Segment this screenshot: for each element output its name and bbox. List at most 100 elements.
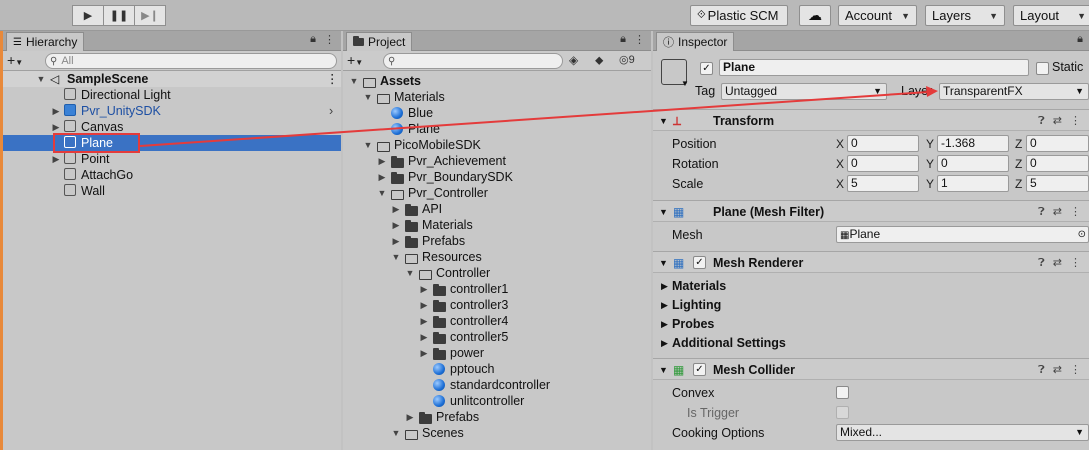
list-item[interactable]: Blue [343, 105, 651, 121]
list-item[interactable]: Plane [343, 121, 651, 137]
rotation-z-input[interactable]: 0 [1026, 155, 1089, 172]
expand-arrow-icon[interactable]: ▼ [349, 73, 359, 89]
expand-arrow-icon[interactable]: ▶ [419, 281, 429, 297]
active-checkbox[interactable]: ✓ [700, 62, 713, 75]
list-item[interactable]: ▶ controller5 [343, 329, 651, 345]
kebab-menu-icon[interactable]: ⋮ [1070, 252, 1081, 274]
list-item[interactable]: Wall [3, 183, 341, 199]
layer-dropdown[interactable]: TransparentFX ▼ [939, 83, 1089, 100]
list-item[interactable]: ▶ Prefabs [343, 409, 651, 425]
list-item[interactable]: unlitcontroller [343, 393, 651, 409]
renderer-subsection-probes[interactable]: ▶ Probes [653, 314, 1089, 334]
expand-arrow-icon[interactable]: ▶ [419, 297, 429, 313]
filter-by-type-icon[interactable]: ◈ [569, 53, 578, 67]
position-x-input[interactable]: 0 [847, 135, 919, 152]
expand-arrow-icon[interactable]: ▼ [36, 71, 46, 87]
expand-arrow-icon[interactable]: ▶ [661, 314, 668, 334]
hidden-packages-button[interactable]: ◎9 [619, 53, 635, 66]
list-item[interactable]: ▼ PicoMobileSDK [343, 137, 651, 153]
position-z-input[interactable]: 0 [1026, 135, 1089, 152]
preset-icon[interactable]: ⇄ [1053, 252, 1062, 274]
list-item[interactable]: pptouch [343, 361, 651, 377]
lock-icon[interactable]: 🔒︎ [310, 33, 316, 46]
kebab-menu-icon[interactable]: ⋮ [1070, 359, 1081, 381]
chevron-right-icon[interactable]: › [329, 103, 333, 119]
static-checkbox[interactable] [1036, 62, 1049, 75]
expand-arrow-icon[interactable]: ▶ [377, 169, 387, 185]
cooking-options-dropdown[interactable]: Mixed... ▼ [836, 424, 1089, 441]
expand-arrow-icon[interactable]: ▶ [661, 276, 668, 296]
tab-hierarchy[interactable]: ☰ Hierarchy [6, 32, 85, 51]
expand-arrow-icon[interactable]: ▼ [391, 425, 401, 441]
object-picker-icon[interactable]: ⊙ [1078, 227, 1086, 242]
collapse-arrow-icon[interactable]: ▼ [659, 252, 668, 274]
expand-arrow-icon[interactable]: ▶ [391, 217, 401, 233]
renderer-subsection-additional[interactable]: ▶ Additional Settings [653, 333, 1089, 353]
help-icon[interactable]: ❓︎ [1038, 359, 1045, 381]
expand-arrow-icon[interactable]: ▶ [419, 345, 429, 361]
hierarchy-search-input[interactable]: ⚲ All [45, 53, 337, 69]
layers-dropdown[interactable]: Layers ▼ [925, 5, 1005, 26]
rotation-x-input[interactable]: 0 [847, 155, 919, 172]
kebab-menu-icon[interactable]: ⋮ [324, 33, 335, 46]
list-item[interactable]: ▶ Pvr_Achievement [343, 153, 651, 169]
expand-arrow-icon[interactable]: ▶ [419, 313, 429, 329]
list-item[interactable]: Directional Light [3, 87, 341, 103]
expand-arrow-icon[interactable]: ▼ [363, 89, 373, 105]
plastic-scm-button[interactable]: ⟐ Plastic SCM [690, 5, 788, 26]
mesh-renderer-enabled-checkbox[interactable]: ✓ [693, 256, 706, 269]
help-icon[interactable]: ❓︎ [1038, 201, 1045, 223]
list-item[interactable]: ▼ Resources [343, 249, 651, 265]
list-item[interactable]: ▶ Prefabs [343, 233, 651, 249]
list-item[interactable]: ▶ Pvr_BoundarySDK [343, 169, 651, 185]
convex-checkbox[interactable] [836, 386, 849, 399]
mesh-renderer-header[interactable]: ▼ ▦ ✓ Mesh Renderer ❓︎ ⇄ ⋮ [653, 251, 1089, 273]
renderer-subsection-lighting[interactable]: ▶ Lighting [653, 295, 1089, 315]
list-item[interactable]: ▶ API [343, 201, 651, 217]
scene-row[interactable]: ▼ ◁ SampleScene ⋮ [3, 71, 341, 87]
kebab-menu-icon[interactable]: ⋮ [326, 71, 339, 87]
expand-arrow-icon[interactable]: ▶ [377, 153, 387, 169]
play-button[interactable]: ▶ [72, 5, 104, 26]
account-dropdown[interactable]: Account ▼ [838, 5, 917, 26]
collapse-arrow-icon[interactable]: ▼ [659, 201, 668, 223]
object-name-input[interactable]: Plane [719, 59, 1029, 76]
expand-arrow-icon[interactable]: ▼ [363, 137, 373, 153]
mesh-collider-enabled-checkbox[interactable]: ✓ [693, 363, 706, 376]
help-icon[interactable]: ❓︎ [1038, 252, 1045, 274]
create-dropdown-button[interactable]: +▼ [347, 52, 363, 68]
mesh-filter-header[interactable]: ▼ ▦ Plane (Mesh Filter) ❓︎ ⇄ ⋮ [653, 200, 1089, 222]
collapse-arrow-icon[interactable]: ▼ [659, 359, 668, 381]
scale-z-input[interactable]: 5 [1026, 175, 1089, 192]
list-item[interactable]: ▼ Controller [343, 265, 651, 281]
list-item[interactable]: ▶ controller4 [343, 313, 651, 329]
lock-icon[interactable]: 🔒︎ [1077, 33, 1083, 46]
pause-button[interactable]: ❚❚ [103, 5, 135, 26]
list-item[interactable]: ▼ Materials [343, 89, 651, 105]
expand-arrow-icon[interactable]: ▶ [391, 233, 401, 249]
list-item[interactable]: ▶ Materials [343, 217, 651, 233]
preset-icon[interactable]: ⇄ [1053, 201, 1062, 223]
project-search-input[interactable]: ⚲ [383, 53, 563, 69]
list-item[interactable]: ▶ power [343, 345, 651, 361]
help-icon[interactable]: ❓︎ [1038, 110, 1045, 132]
kebab-menu-icon[interactable]: ⋮ [1070, 110, 1081, 132]
list-item[interactable]: ▼ Scenes [343, 425, 651, 441]
expand-arrow-icon[interactable]: ▶ [391, 201, 401, 217]
step-button[interactable]: ▶❙ [134, 5, 166, 26]
list-item[interactable]: ▶ controller1 [343, 281, 651, 297]
list-item[interactable]: ▶ controller3 [343, 297, 651, 313]
expand-arrow-icon[interactable]: ▶ [661, 333, 668, 353]
tab-project[interactable]: Project [346, 32, 413, 51]
tag-dropdown[interactable]: Untagged ▼ [721, 83, 887, 100]
lock-icon[interactable]: 🔒︎ [620, 33, 626, 46]
expand-arrow-icon[interactable]: ▼ [405, 265, 415, 281]
preset-icon[interactable]: ⇄ [1053, 110, 1062, 132]
list-item[interactable]: standardcontroller [343, 377, 651, 393]
mesh-collider-header[interactable]: ▼ ▦ ✓ Mesh Collider ❓︎ ⇄ ⋮ [653, 358, 1089, 380]
scale-x-input[interactable]: 5 [847, 175, 919, 192]
tab-inspector[interactable]: ⓘ Inspector [656, 32, 735, 51]
list-item[interactable]: ▶ Pvr_UnitySDK › [3, 103, 341, 119]
expand-arrow-icon[interactable]: ▼ [377, 185, 387, 201]
list-item[interactable]: ▶ Point [3, 151, 341, 167]
